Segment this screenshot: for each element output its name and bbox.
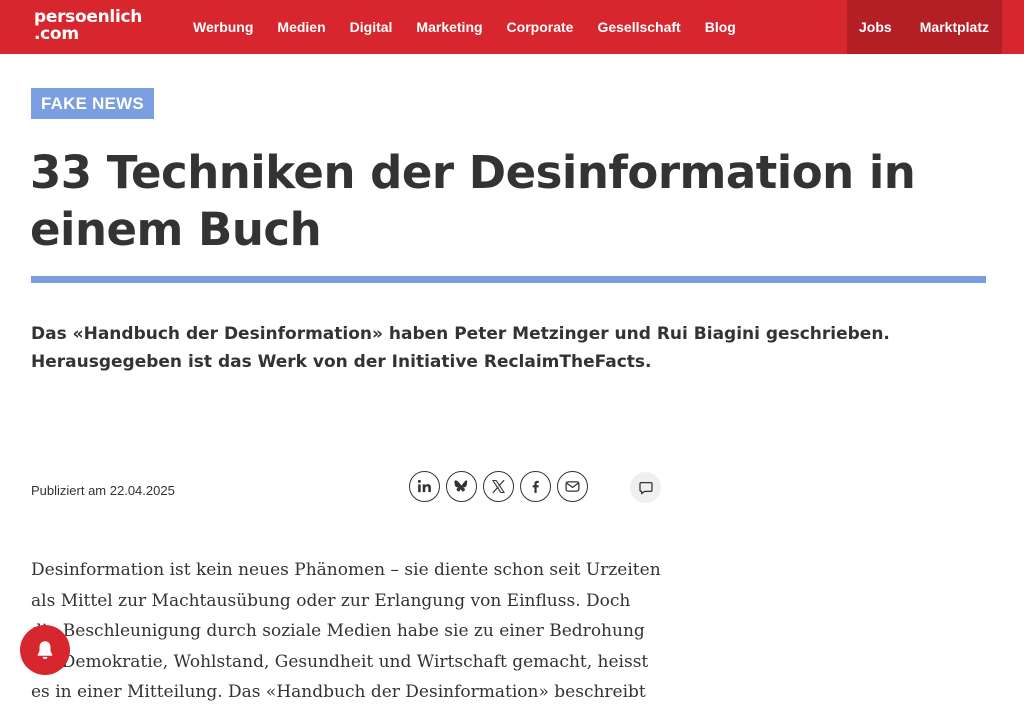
title-divider — [31, 276, 986, 283]
nav-item-gesellschaft[interactable]: Gesellschaft — [597, 19, 680, 35]
article-body: Desinformation ist kein neues Phänomen –… — [31, 560, 661, 702]
notification-bell-button[interactable] — [20, 625, 70, 675]
comments-button[interactable] — [630, 472, 661, 503]
linkedin-icon — [417, 479, 431, 493]
bell-icon — [37, 641, 53, 660]
share-facebook-button[interactable] — [520, 471, 551, 502]
bluesky-icon — [454, 480, 468, 492]
nav-item-jobs[interactable]: Jobs — [859, 19, 892, 35]
nav-secondary: Jobs Marktplatz — [847, 0, 1002, 54]
x-icon — [492, 479, 505, 494]
site-logo[interactable]: persoenlich .com — [34, 9, 142, 43]
share-buttons — [409, 471, 594, 502]
facebook-icon — [532, 480, 539, 493]
nav-item-medien[interactable]: Medien — [277, 19, 325, 35]
article-title: 33 Techniken der Desinformation in einem… — [30, 146, 916, 256]
category-tag[interactable]: FAKE NEWS — [31, 88, 154, 119]
nav-item-corporate[interactable]: Corporate — [507, 19, 574, 35]
top-navigation-bar: persoenlich .com Werbung Medien Digital … — [0, 0, 1024, 54]
main-nav: Werbung Medien Digital Marketing Corpora… — [193, 0, 760, 54]
nav-item-marketing[interactable]: Marketing — [416, 19, 482, 35]
publish-date: Publiziert am 22.04.2025 — [31, 483, 175, 498]
nav-item-marktplatz[interactable]: Marktplatz — [920, 19, 989, 35]
share-mail-button[interactable] — [557, 471, 588, 502]
mail-icon — [565, 481, 580, 492]
nav-item-blog[interactable]: Blog — [705, 19, 736, 35]
nav-item-digital[interactable]: Digital — [350, 19, 393, 35]
article-lead: Das «Handbuch der Desinformation» haben … — [31, 324, 890, 372]
comment-icon — [638, 481, 653, 494]
logo-line-2: .com — [34, 24, 79, 44]
nav-item-werbung[interactable]: Werbung — [193, 19, 253, 35]
share-x-button[interactable] — [483, 471, 514, 502]
share-bluesky-button[interactable] — [446, 471, 477, 502]
share-linkedin-button[interactable] — [409, 471, 440, 502]
